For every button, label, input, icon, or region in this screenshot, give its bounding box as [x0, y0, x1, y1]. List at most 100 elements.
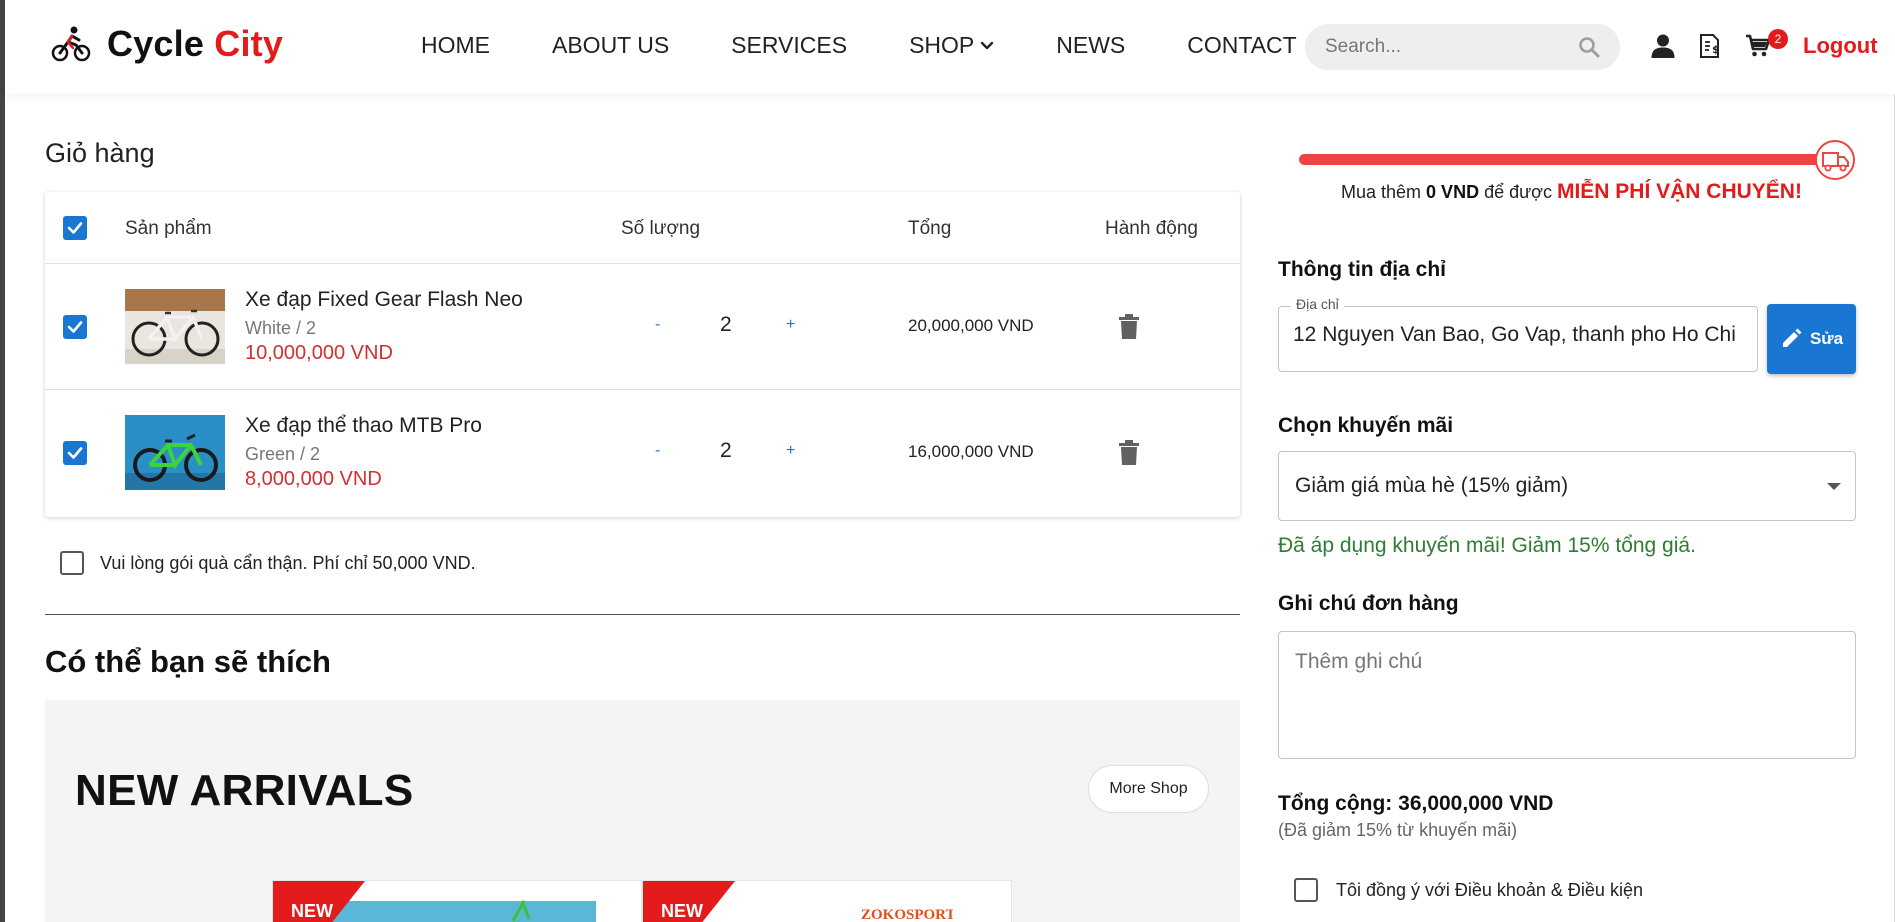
cart-title: Giỏ hàng — [45, 138, 155, 168]
nav-label: HOME — [421, 32, 490, 58]
search-bar — [1305, 24, 1620, 70]
column-header-quantity: Số lượng — [621, 218, 701, 239]
check-icon — [67, 447, 83, 459]
section-divider — [45, 614, 1240, 615]
line-total: 20,000,000 VND — [908, 316, 1034, 335]
new-badge-label: NEW — [291, 901, 333, 921]
order-total: Tổng cộng: 36,000,000 VND — [1278, 792, 1554, 815]
product-thumbnail[interactable] — [125, 415, 225, 490]
nav-label: SHOP — [909, 32, 975, 58]
table-header: Sản phẩm Số lượng Tổng Hành động — [45, 192, 1240, 264]
search-icon[interactable] — [1578, 36, 1600, 58]
nav-label: ABOUT US — [552, 32, 670, 58]
gift-wrap-option[interactable]: Vui lòng gói quà cẩn thận. Phí chỉ 50,00… — [60, 551, 476, 575]
quantity-decrease-button[interactable]: - — [655, 316, 660, 334]
promo-section-title: Chọn khuyến mãi — [1278, 414, 1454, 437]
nav-news[interactable]: NEWS — [1056, 32, 1125, 59]
new-badge-label: NEW — [661, 901, 703, 921]
address-input[interactable] — [1293, 323, 1737, 347]
shipping-middle: để được — [1479, 182, 1557, 202]
brand-name: Cycle City — [107, 23, 283, 65]
address-section-title: Thông tin địa chỉ — [1278, 258, 1446, 281]
nav-home[interactable]: HOME — [421, 32, 490, 59]
product-card[interactable]: ZOKOSPORT NEW — [642, 880, 1012, 922]
quantity-increase-button[interactable]: + — [786, 316, 795, 334]
product-name[interactable]: Xe đạp thể thao MTB Pro — [245, 414, 482, 438]
zokosport-logo: ZOKOSPORT — [861, 907, 953, 922]
gift-wrap-label: Vui lòng gói quà cẩn thận. Phí chỉ 50,00… — [100, 552, 476, 573]
column-header-total: Tổng — [908, 218, 952, 239]
bicycle-image — [125, 289, 225, 364]
check-icon — [67, 321, 83, 333]
select-all-checkbox[interactable] — [63, 216, 87, 240]
suggestions-title: Có thể bạn sẽ thích — [45, 644, 331, 679]
brand-name-part1: Cycle — [107, 23, 205, 64]
nav-shop[interactable]: SHOP — [909, 32, 994, 59]
main-nav: HOME ABOUT US SERVICES SHOP NEWS CONTACT — [421, 32, 1359, 59]
quantity-decrease-button[interactable]: - — [655, 442, 660, 460]
order-note-title: Ghi chú đơn hàng — [1278, 592, 1459, 615]
product-name[interactable]: Xe đạp Fixed Gear Flash Neo — [245, 288, 523, 312]
terms-agreement[interactable]: Tôi đồng ý với Điều khoản & Điều kiện — [1294, 878, 1643, 902]
invoice-icon[interactable]: $ — [1697, 33, 1723, 59]
product-card[interactable]: NEW — [272, 880, 642, 922]
quantity-value: 2 — [720, 439, 732, 462]
cyclist-icon — [51, 26, 91, 62]
new-arrivals-banner: NEW ARRIVALS More Shop NEW ZOKOSPORT NEW — [45, 700, 1240, 922]
trash-icon[interactable] — [1118, 314, 1140, 340]
shipping-amount: 0 VND — [1426, 182, 1480, 202]
trash-icon[interactable] — [1118, 440, 1140, 466]
quantity-increase-button[interactable]: + — [786, 442, 795, 460]
free-shipping-message: Mua thêm 0 VND để được MIỄN PHÍ VẬN CHUY… — [1341, 180, 1802, 204]
table-row: Xe đạp Fixed Gear Flash Neo White / 2 10… — [45, 264, 1240, 390]
cart-table: Sản phẩm Số lượng Tổng Hành động Xe đạp … — [45, 192, 1240, 517]
nav-label: NEWS — [1056, 32, 1126, 58]
brand-name-part2: City — [214, 23, 284, 64]
terms-label: Tôi đồng ý với Điều khoản & Điều kiện — [1336, 879, 1643, 900]
product-price: 10,000,000 VND — [245, 342, 393, 364]
free-shipping-label: MIỄN PHÍ VẬN CHUYỂN! — [1556, 180, 1802, 203]
column-header-action: Hành động — [1105, 218, 1198, 239]
order-total-discount-note: (Đã giảm 15% từ khuyến mãi) — [1278, 820, 1518, 840]
bicycle-image — [125, 415, 225, 490]
product-thumbnail[interactable] — [125, 289, 225, 364]
new-arrivals-title: NEW ARRIVALS — [75, 766, 414, 815]
edit-address-button[interactable]: Sửa — [1767, 304, 1856, 374]
nav-about-us[interactable]: ABOUT US — [552, 32, 669, 59]
nav-services[interactable]: SERVICES — [731, 32, 847, 59]
logout-link[interactable]: Logout — [1803, 33, 1878, 59]
nav-label: SERVICES — [731, 32, 848, 58]
address-field[interactable]: Địa chỉ — [1278, 296, 1758, 372]
address-field-label: Địa chỉ — [1291, 296, 1344, 312]
nav-label: CONTACT — [1187, 32, 1297, 58]
edit-address-label: Sửa — [1809, 329, 1844, 348]
line-total: 16,000,000 VND — [908, 442, 1034, 461]
svg-text:$: $ — [1712, 43, 1720, 56]
quantity-value: 2 — [720, 313, 732, 336]
truck-icon — [1815, 140, 1855, 180]
user-icon[interactable] — [1650, 33, 1676, 59]
item-checkbox[interactable] — [63, 441, 87, 465]
table-row: Xe đạp thể thao MTB Pro Green / 2 8,000,… — [45, 390, 1240, 516]
site-header: Cycle City HOME ABOUT US SERVICES SHOP N… — [5, 0, 1895, 94]
product-variant: Green / 2 — [245, 444, 321, 464]
cart-count-badge: 2 — [1768, 29, 1788, 49]
shipping-prefix: Mua thêm — [1341, 182, 1427, 202]
item-checkbox[interactable] — [63, 315, 87, 339]
check-icon — [67, 222, 83, 234]
nav-contact[interactable]: CONTACT — [1187, 32, 1296, 59]
more-shop-button[interactable]: More Shop — [1088, 765, 1209, 813]
column-header-product: Sản phẩm — [125, 218, 212, 239]
pencil-icon — [1782, 328, 1802, 347]
brand-logo[interactable]: Cycle City — [49, 22, 283, 66]
chevron-down-icon — [981, 41, 994, 49]
order-note-input[interactable] — [1278, 631, 1856, 759]
promo-selected-value: Giảm giá mùa hè (15% giảm) — [1295, 474, 1569, 497]
search-input[interactable] — [1325, 36, 1578, 58]
product-price: 8,000,000 VND — [245, 468, 382, 490]
free-shipping-progress — [1299, 154, 1839, 165]
gift-wrap-checkbox[interactable] — [60, 551, 84, 575]
terms-checkbox[interactable] — [1294, 878, 1318, 902]
caret-down-icon — [1827, 483, 1841, 490]
promo-select[interactable]: Giảm giá mùa hè (15% giảm) — [1278, 451, 1856, 521]
